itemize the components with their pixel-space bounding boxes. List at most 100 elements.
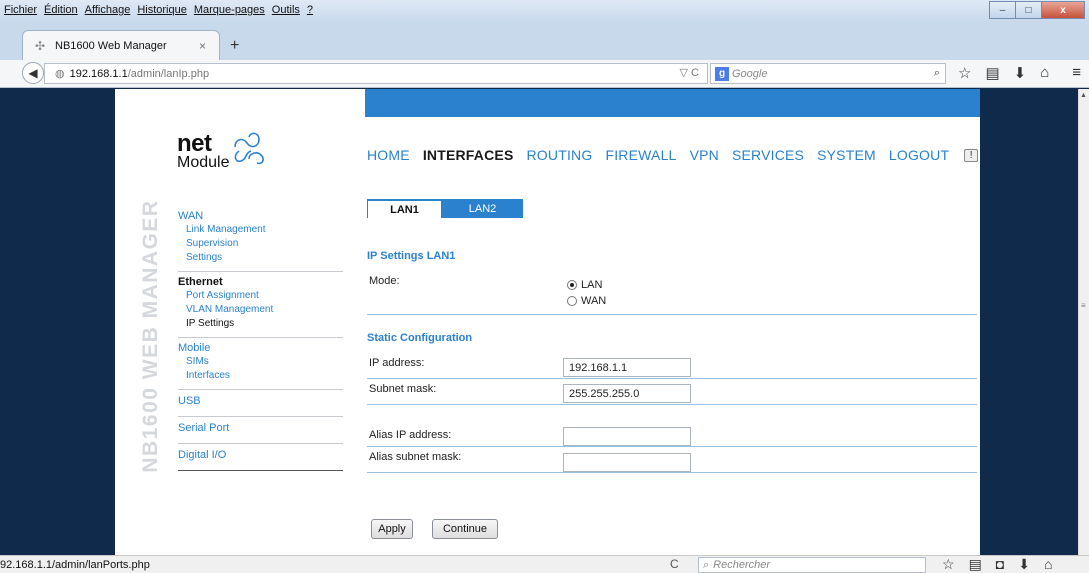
sidebar-item-vlan-management[interactable]: VLAN Management [178,303,343,317]
web-page: net Module HOME INTERFACES ROUTING FIREW… [0,89,1078,555]
sidebar-item-digital-io[interactable]: Digital I/O [178,448,343,462]
nav-logout[interactable]: LOGOUT [889,147,949,163]
minimize-button[interactable]: – [989,1,1016,19]
page-scrollbar[interactable]: ▲ ≡ [1078,89,1089,555]
browser-menubar: Fichier Édition Affichage Historique Mar… [0,0,1089,22]
mode-radio-lan[interactable]: LAN [567,279,602,291]
sidebar-item-sims[interactable]: SIMs [178,355,343,369]
header-band [365,89,980,117]
sidebar-item-mobile[interactable]: Mobile [178,341,343,355]
apply-button[interactable]: Apply [371,519,413,539]
scroll-grip-icon[interactable]: ≡ [1081,301,1086,310]
sidebar-item-mobile-interfaces[interactable]: Interfaces [178,369,343,383]
sidebar-item-usb[interactable]: USB [178,394,343,408]
sidebar-group-wan: WAN Link Management Supervision Settings [178,206,343,272]
tab-close-icon[interactable]: × [199,39,219,53]
sidebar-item-supervision[interactable]: Supervision [178,237,343,251]
nav-system[interactable]: SYSTEM [817,147,876,163]
tab-lan1[interactable]: LAN1 [367,199,442,218]
ip-address-input[interactable] [563,358,691,377]
sidebar-group-mobile: Mobile SIMs Interfaces [178,338,343,390]
sidebar-item-port-assignment[interactable]: Port Assignment [178,289,343,303]
alias-ip-input[interactable] [563,427,691,446]
subnet-mask-row: Subnet mask: [367,379,977,405]
logo-net-text: net [177,130,212,157]
back-arrow-icon: ◀ [28,66,38,80]
bottom-download-icon[interactable]: ⬇ [1018,556,1030,573]
window-controls: – □ x [989,1,1085,19]
reload-icon[interactable]: C [670,557,679,571]
bottom-toolbar-icons: ☆ ▤ ◘ ⬇ ⌂ [942,556,1052,573]
maximize-button[interactable]: □ [1015,1,1042,19]
nav-vpn[interactable]: VPN [690,147,719,163]
url-host: 192.168.1.1 [69,67,128,80]
address-bar[interactable]: ◍ 192.168.1.1 /admin/lanIp.php ▽ C [44,63,708,84]
ip-address-label: IP address: [369,357,425,369]
sidebar: WAN Link Management Supervision Settings… [178,206,343,471]
sidebar-item-ethernet[interactable]: Ethernet [178,275,343,289]
menu-marque-pages[interactable]: Marque-pages [194,4,265,16]
nav-home[interactable]: HOME [367,147,410,163]
netmodule-logo[interactable]: net Module [177,130,264,171]
search-icon[interactable]: ⌕ [934,67,940,80]
nav-services[interactable]: SERVICES [732,147,804,163]
sidebar-item-wan[interactable]: WAN [178,209,343,223]
sidebar-group-usb: USB [178,390,343,417]
bottom-search-icon: ⌕ [703,558,710,571]
vertical-product-title: NB1600 WEB MANAGER [139,199,162,472]
sidebar-item-link-management[interactable]: Link Management [178,223,343,237]
mode-wan-label: WAN [581,295,607,307]
menu-edition[interactable]: Édition [44,4,78,16]
alias-mask-input[interactable] [563,453,691,472]
nav-firewall[interactable]: FIREWALL [605,147,676,163]
lan-tabs: LAN1 LAN2 [367,199,523,218]
bottom-search-input[interactable]: ⌕ Rechercher [698,557,926,573]
mode-radio-wan[interactable]: WAN [567,295,606,307]
search-input[interactable]: g Google ⌕ [710,63,946,84]
page-content-area: net Module HOME INTERFACES ROUTING FIREW… [115,89,980,555]
reading-list-icon[interactable]: ▤ [985,64,999,82]
status-bar: 92.168.1.1/admin/lanPorts.php C ⌕ Recher… [0,555,1089,573]
sidebar-item-wan-settings[interactable]: Settings [178,251,343,265]
mode-lan-label: LAN [581,279,603,291]
browser-navbar: ◀ ◍ 192.168.1.1 /admin/lanIp.php ▽ C g G… [0,60,1089,88]
sidebar-item-serial-port[interactable]: Serial Port [178,421,343,435]
nav-routing[interactable]: ROUTING [527,147,593,163]
continue-button[interactable]: Continue [432,519,498,539]
new-tab-button[interactable]: + [230,37,239,55]
browser-tab[interactable]: ✣ NB1600 Web Manager × [22,30,220,60]
bookmark-star-icon[interactable]: ☆ [958,64,971,82]
logo-module-text: Module [177,154,230,171]
ip-settings-title: IP Settings LAN1 [367,250,456,262]
scroll-up-icon[interactable]: ▲ [1080,92,1087,99]
toolbar-icons: ☆ ▤ ⬇ ⌂ [958,64,1049,82]
pocket-icon[interactable]: ◘ [996,556,1004,573]
radio-wan-icon [567,296,577,306]
reload-icon[interactable]: ▽ C [680,66,699,79]
subnet-mask-input[interactable] [563,384,691,403]
nav-interfaces[interactable]: INTERFACES [423,147,514,163]
bottom-star-icon[interactable]: ☆ [942,556,955,573]
menu-help[interactable]: ? [307,4,313,16]
sidebar-group-ethernet: Ethernet Port Assignment VLAN Management… [178,272,343,338]
menu-list: Fichier Édition Affichage Historique Mar… [4,4,313,16]
menu-historique[interactable]: Historique [137,4,187,16]
sidebar-item-ip-settings[interactable]: IP Settings [178,317,343,331]
bottom-reading-list-icon[interactable]: ▤ [969,556,982,573]
sidebar-group-serial: Serial Port [178,417,343,444]
tab-lan2[interactable]: LAN2 [442,199,523,218]
menu-affichage[interactable]: Affichage [85,4,131,16]
alias-mask-row: Alias subnet mask: [367,447,977,473]
menu-outils[interactable]: Outils [272,4,300,16]
sidebar-group-digital: Digital I/O [178,444,343,471]
menu-fichier[interactable]: Fichier [4,4,37,16]
home-icon[interactable]: ⌂ [1040,64,1049,82]
search-placeholder: Google [732,67,768,80]
alert-icon[interactable]: ! [964,149,979,162]
back-button[interactable]: ◀ [22,62,44,84]
download-icon[interactable]: ⬇ [1014,64,1027,82]
hamburger-menu-icon[interactable]: ≡ [1072,64,1081,81]
bottom-home-icon[interactable]: ⌂ [1044,556,1052,573]
google-icon: g [715,66,729,81]
close-window-button[interactable]: x [1041,1,1085,19]
